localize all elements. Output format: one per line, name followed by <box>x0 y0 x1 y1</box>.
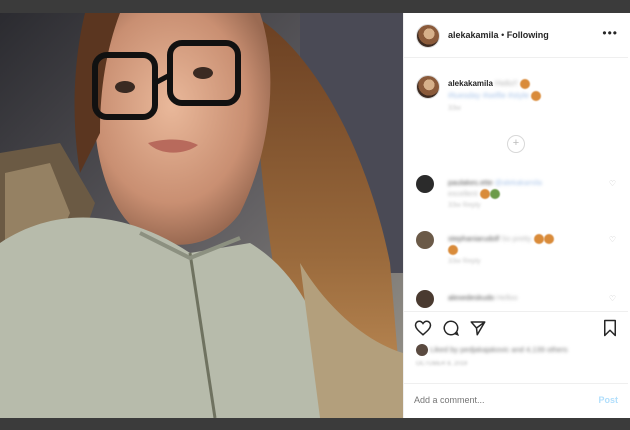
comment-like-heart-icon[interactable]: ♡ <box>609 179 616 188</box>
caption-avatar[interactable] <box>416 75 440 99</box>
action-bar <box>404 311 628 344</box>
caption-hashtags[interactable]: #tuesday #selfie #style <box>448 91 529 100</box>
add-comment-input[interactable] <box>414 395 574 405</box>
caption-time: 33w <box>448 105 461 112</box>
comment-text-block: alexedeskudo Helloo <box>448 292 598 303</box>
post-side-panel: alekakamila • Following ••• alekakamila … <box>403 13 628 418</box>
commenter-avatar[interactable] <box>416 290 434 308</box>
author-username[interactable]: alekakamila <box>448 30 499 40</box>
likes-summary[interactable]: Liked by pedjakajakovic and 4,139 others <box>416 344 568 356</box>
comment-mention[interactable]: @alekakamila <box>495 178 542 187</box>
comment-username[interactable]: paulakes.ette <box>448 178 493 187</box>
emoji-icon <box>533 234 544 245</box>
liker-avatar <box>416 344 428 356</box>
caption-text: Hello!! <box>495 79 518 88</box>
load-more-comments-icon[interactable]: + <box>507 135 525 153</box>
emoji-icon <box>531 90 542 101</box>
post-photo[interactable] <box>0 13 403 418</box>
post-comment-button[interactable]: Post <box>598 395 618 405</box>
comment-username[interactable]: stephaniarudolf <box>448 234 499 243</box>
comment-like-heart-icon[interactable]: ♡ <box>609 294 616 303</box>
emoji-icon <box>489 189 500 200</box>
emoji-icon <box>448 245 458 256</box>
commenter-avatar[interactable] <box>416 231 434 249</box>
add-comment-row: Post <box>404 383 628 419</box>
comment-like-heart-icon[interactable]: ♡ <box>609 235 616 244</box>
like-heart-icon[interactable] <box>414 319 432 337</box>
post-date: OCTOBER 8, 2019 <box>416 361 468 367</box>
comment-text: So pretty <box>501 234 532 243</box>
header-line: alekakamila • Following <box>448 30 549 40</box>
emoji-icon <box>543 234 554 245</box>
comment-username[interactable]: alexedeskudo <box>448 293 494 302</box>
share-send-icon[interactable] <box>469 319 487 337</box>
likes-text[interactable]: Liked by pedjakajakovic and 4,139 others <box>430 345 568 354</box>
caption-text-block: alekakamila Hello!! #tuesday #selfie #st… <box>448 78 618 115</box>
emoji-icon <box>520 78 531 89</box>
comment-text-block: paulakes.ette @alekakamila excellent 33w… <box>448 177 598 211</box>
comment-bubble-icon[interactable] <box>442 319 460 337</box>
following-button[interactable]: Following <box>507 30 549 40</box>
separator-dot: • <box>501 30 505 40</box>
caption-username[interactable]: alekakamila <box>448 79 493 88</box>
comment-meta[interactable]: 33w Reply <box>448 202 481 209</box>
post-header: alekakamila • Following ••• <box>404 13 628 58</box>
commenter-avatar[interactable] <box>416 175 434 193</box>
author-avatar[interactable] <box>416 24 440 48</box>
more-options-icon[interactable]: ••• <box>602 26 618 40</box>
comment-text: Helloo <box>496 293 518 302</box>
selfie-image <box>0 13 403 418</box>
emoji-icon <box>479 189 490 200</box>
comment-text-block: stephaniarudolf So pretty 33w Reply <box>448 233 598 267</box>
comment-text: excellent <box>448 189 478 198</box>
comment-meta[interactable]: 33w Reply <box>448 258 481 265</box>
save-bookmark-icon[interactable] <box>602 319 618 337</box>
